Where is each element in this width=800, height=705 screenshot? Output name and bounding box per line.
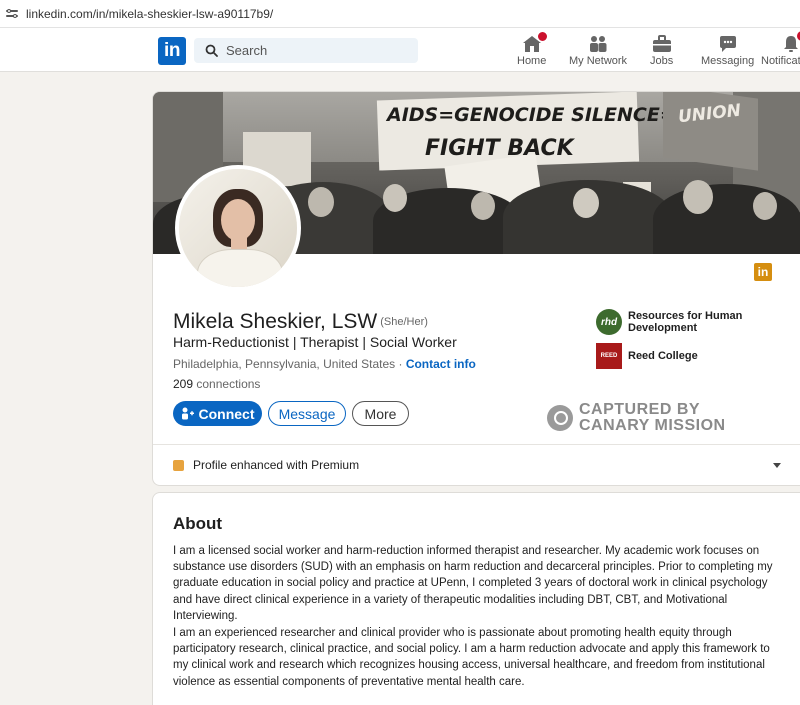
url-text[interactable]: linkedin.com/in/mikela-sheskier-lsw-a901… [26,7,273,21]
home-notification-dot [536,31,548,42]
watermark-icon [547,405,573,431]
add-person-icon [181,407,194,420]
search-icon [205,44,218,57]
banner-sign-text-2: FIGHT BACK [425,136,574,161]
nav-my-network[interactable]: My Network [569,34,627,68]
people-icon [590,36,607,52]
chevron-down-icon[interactable] [773,463,781,468]
connections-count[interactable]: 209 connections [173,377,260,391]
experience-name-line1: Resources for Human [628,310,743,322]
reed-college-logo: REED [596,343,622,369]
search-placeholder: Search [226,43,268,58]
top-nav: in Search Home My Network Jobs Messaging… [0,28,800,72]
linkedin-logo[interactable]: in [158,37,186,65]
premium-text: Profile enhanced with Premium [193,458,360,472]
company-linkedin-badge-icon[interactable]: in [754,263,772,281]
contact-info-link[interactable]: Contact info [406,357,476,371]
premium-row[interactable]: Profile enhanced with Premium [173,458,359,472]
watermark-line1: CAPTURED BY [579,401,701,418]
watermark-line2: CANARY MISSION [579,417,726,434]
profile-name-text: Mikela Sheskier, LSW [173,310,378,333]
experience-item-rhd[interactable]: rhd Resources for Human Development [596,309,742,335]
about-section: About I am a licensed social worker and … [152,492,800,705]
about-title: About [173,514,223,533]
profile-pronouns: (She/Her) [380,316,428,328]
address-bar[interactable]: linkedin.com/in/mikela-sheskier-lsw-a901… [0,0,800,28]
messaging-icon [719,36,736,52]
divider [153,444,800,445]
nav-home[interactable]: Home [517,31,548,68]
profile-location-row: Philadelphia, Pennsylvania, United State… [173,357,476,371]
profile-name: Mikela Sheskier, LSW (She/Her) [173,310,428,334]
briefcase-icon [652,35,671,52]
nav-notifications[interactable]: 1 Notifications [761,30,800,68]
site-settings-icon[interactable] [6,8,20,20]
nav-messaging-label: Messaging [701,55,755,67]
watermark-text: CAPTURED BY CANARY MISSION [579,402,726,434]
search-input[interactable]: Search [194,38,418,63]
more-button[interactable]: More [352,401,409,426]
about-paragraph-1: I am a licensed social worker and harm-r… [173,545,773,622]
premium-icon [173,459,184,471]
about-paragraph-2: I am an experienced researcher and clini… [173,627,770,688]
location-separator: · [395,357,406,371]
profile-photo[interactable] [175,165,301,291]
profile-card: AIDS=GENOCIDE SILENCE=DEATH FIGHT BACK U… [152,91,800,486]
connections-label: connections [196,377,261,391]
watermark: CAPTURED BY CANARY MISSION [547,402,726,434]
message-button[interactable]: Message [268,401,346,426]
nav-my-network-label: My Network [569,55,628,67]
connections-number: 209 [173,377,194,391]
connect-button-label: Connect [198,405,255,422]
experience-name: Resources for Human Development [628,310,742,334]
experience-item-reed[interactable]: REED Reed College [596,343,698,369]
education-name: Reed College [628,350,698,362]
nav-notifications-label: Notifications [761,55,800,67]
connect-button[interactable]: Connect [173,401,262,426]
nav-jobs[interactable]: Jobs [650,34,673,68]
nav-home-label: Home [517,55,547,67]
rhd-logo: rhd [596,309,622,335]
experience-name-line2: Development [628,322,698,334]
nav-jobs-label: Jobs [650,55,674,67]
profile-headline: Harm-Reductionist | Therapist | Social W… [173,334,457,350]
profile-location: Philadelphia, Pennsylvania, United State… [173,357,396,371]
nav-messaging[interactable]: Messaging [701,34,754,68]
